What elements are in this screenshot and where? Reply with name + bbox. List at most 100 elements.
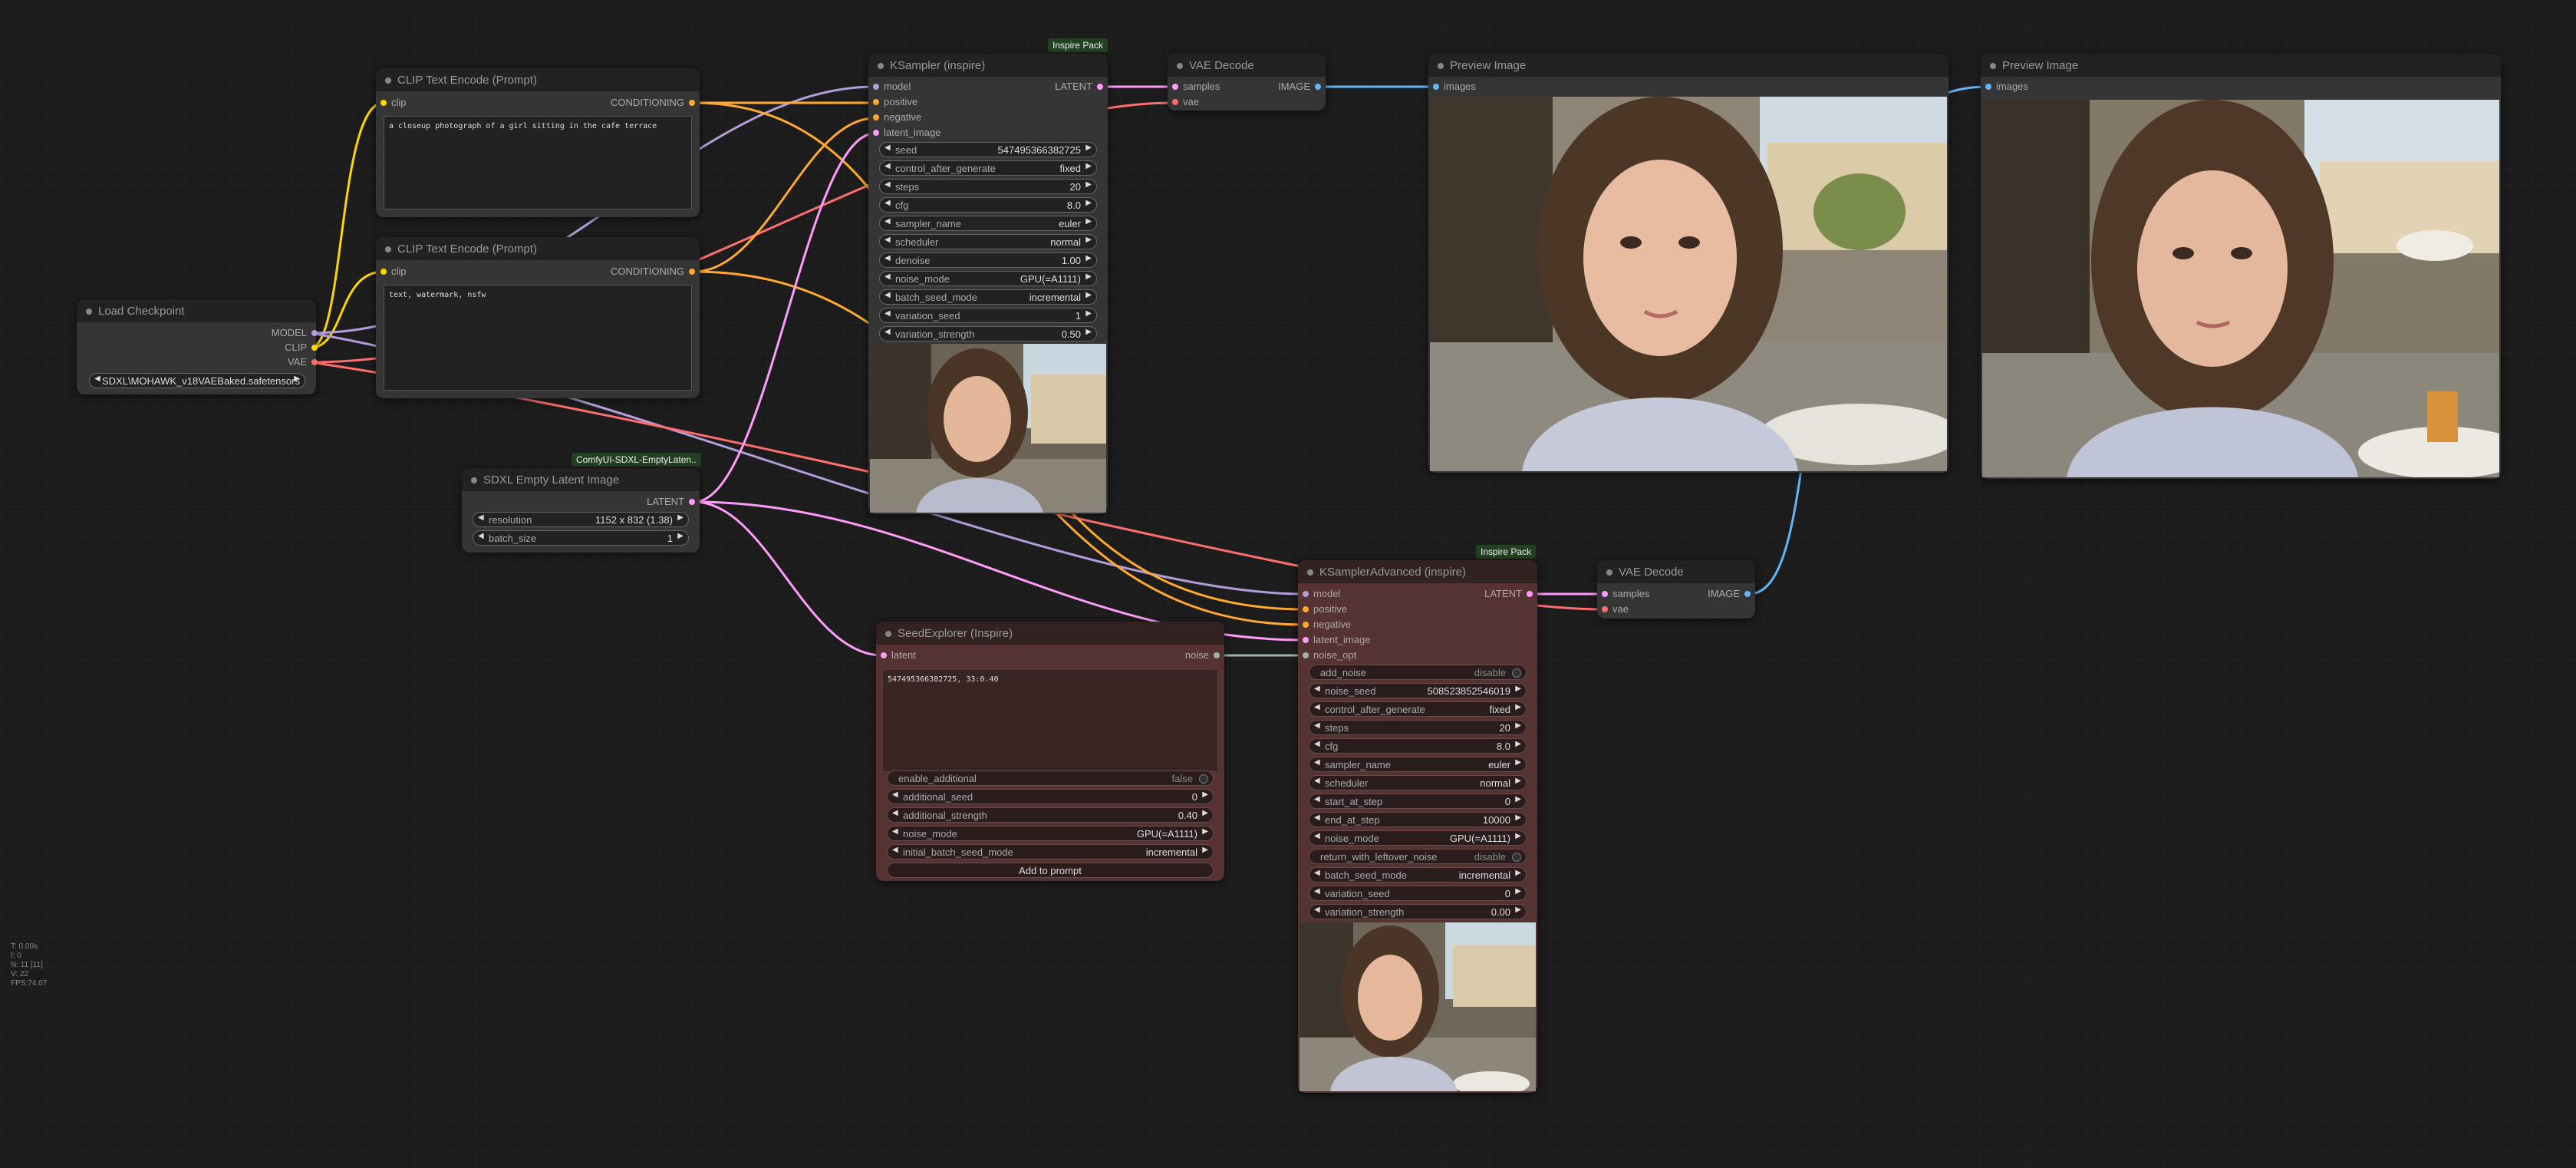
input-samples[interactable]: samples <box>1172 79 1220 94</box>
right-arrow-icon[interactable]: ▶ <box>1515 703 1521 711</box>
input-dot[interactable] <box>1303 637 1309 643</box>
input-negative[interactable]: negative <box>1303 617 1351 632</box>
input-images[interactable]: images <box>1433 79 1476 94</box>
output-latent[interactable]: LATENT <box>1484 586 1533 602</box>
input-model[interactable]: model <box>1303 586 1340 602</box>
node-header[interactable]: SDXL Empty Latent Image <box>462 468 700 491</box>
input-vae[interactable]: vae <box>1172 94 1199 110</box>
widget-control-after-generate[interactable]: ◀ control_after_generate fixed ▶ <box>879 160 1097 176</box>
collapse-dot[interactable] <box>385 78 391 84</box>
left-arrow-icon[interactable]: ◀ <box>884 199 891 207</box>
input-dot[interactable] <box>1602 606 1608 612</box>
output-clip[interactable]: CLIP <box>285 340 318 355</box>
right-arrow-icon[interactable]: ▶ <box>1085 272 1092 281</box>
left-arrow-icon[interactable]: ◀ <box>1314 795 1320 803</box>
output-dot[interactable] <box>1744 591 1751 597</box>
left-arrow-icon[interactable]: ◀ <box>1314 777 1320 785</box>
output-conditioning[interactable]: CONDITIONING <box>611 264 695 279</box>
output-dot[interactable] <box>1315 84 1321 90</box>
output-dot[interactable] <box>689 269 695 275</box>
right-arrow-icon[interactable]: ▶ <box>1202 790 1208 799</box>
collapse-dot[interactable] <box>1177 63 1183 69</box>
output-dot[interactable] <box>311 330 318 336</box>
input-dot[interactable] <box>873 99 879 105</box>
right-arrow-icon[interactable]: ▶ <box>1202 809 1208 817</box>
left-arrow-icon[interactable]: ◀ <box>884 272 891 281</box>
widget-add-noise[interactable]: add_noise disable <box>1309 665 1527 680</box>
collapse-dot[interactable] <box>1438 63 1444 69</box>
collapse-dot[interactable] <box>86 308 92 315</box>
left-arrow-icon[interactable]: ◀ <box>1314 740 1320 748</box>
node-header[interactable]: KSamplerAdvanced (inspire) <box>1298 560 1537 583</box>
left-arrow-icon[interactable]: ◀ <box>478 513 484 522</box>
input-dot[interactable] <box>881 652 887 658</box>
widget-start-at-step[interactable]: ◀ start_at_step 0 ▶ <box>1309 794 1527 809</box>
widget-sampler-name[interactable]: ◀ sampler_name euler ▶ <box>1309 757 1527 772</box>
widget-variation-strength[interactable]: ◀ variation_strength 0.00 ▶ <box>1309 904 1527 919</box>
input-dot[interactable] <box>380 100 387 106</box>
input-dot[interactable] <box>1303 591 1309 597</box>
toggle-icon[interactable] <box>1512 668 1521 678</box>
right-arrow-icon[interactable]: ▶ <box>1515 740 1521 748</box>
prompt-textarea[interactable]: text, watermark, nsfw <box>384 285 692 391</box>
left-arrow-icon[interactable]: ◀ <box>1314 721 1320 730</box>
input-latent[interactable]: latent <box>881 648 916 663</box>
input-positive[interactable]: positive <box>873 94 917 110</box>
left-arrow-icon[interactable]: ◀ <box>892 827 898 836</box>
output-conditioning[interactable]: CONDITIONING <box>611 95 695 111</box>
node-load-checkpoint[interactable]: Load Checkpoint MODEL CLIP VAE ◀ SDXL\MO… <box>77 299 318 394</box>
collapse-dot[interactable] <box>885 631 891 637</box>
left-arrow-icon[interactable]: ◀ <box>884 254 891 262</box>
left-arrow-icon[interactable]: ◀ <box>884 328 891 336</box>
right-arrow-icon[interactable]: ▶ <box>1515 721 1521 730</box>
widget-variation-strength[interactable]: ◀ variation_strength 0.50 ▶ <box>879 326 1097 341</box>
widget-batch-size[interactable]: ◀ batch_size 1 ▶ <box>473 530 689 546</box>
input-dot[interactable] <box>1433 84 1439 90</box>
output-vae[interactable]: VAE <box>288 355 318 370</box>
right-arrow-icon[interactable]: ▶ <box>677 532 684 540</box>
output-dot[interactable] <box>1214 652 1220 658</box>
node-header[interactable]: KSampler (inspire) <box>868 54 1108 77</box>
widget-batch-seed-mode[interactable]: ◀ batch_seed_mode incremental ▶ <box>1309 867 1527 883</box>
input-negative[interactable]: negative <box>873 110 921 125</box>
widget-steps[interactable]: ◀ steps 20 ▶ <box>1309 720 1527 735</box>
widget-denoise[interactable]: ◀ denoise 1.00 ▶ <box>879 252 1097 268</box>
output-dot[interactable] <box>311 345 318 351</box>
left-arrow-icon[interactable]: ◀ <box>1314 906 1320 914</box>
toggle-icon[interactable] <box>1199 774 1208 784</box>
right-arrow-icon[interactable]: ▶ <box>1085 180 1092 189</box>
widget-seed[interactable]: ◀ seed 547495366382725 ▶ <box>879 142 1097 157</box>
right-arrow-icon[interactable]: ▶ <box>1085 199 1092 207</box>
node-header[interactable]: VAE Decode <box>1168 54 1326 77</box>
output-latent[interactable]: LATENT <box>1055 79 1103 94</box>
input-clip[interactable]: clip <box>380 95 407 111</box>
left-arrow-icon[interactable]: ◀ <box>884 180 891 189</box>
right-arrow-icon[interactable]: ▶ <box>1085 254 1092 262</box>
right-arrow-icon[interactable]: ▶ <box>1515 869 1521 877</box>
prompt-textarea[interactable]: a closeup photograph of a girl sitting i… <box>384 116 692 210</box>
widget-noise-mode[interactable]: ◀ noise_mode GPU(=A1111) ▶ <box>887 826 1214 841</box>
left-arrow-icon[interactable]: ◀ <box>1314 832 1320 840</box>
input-samples[interactable]: samples <box>1602 586 1649 602</box>
widget-ckpt-name[interactable]: ◀ SDXL\MOHAWK_v18VAEBaked.safetensors ▶ <box>89 373 305 388</box>
node-preview-image-1[interactable]: Preview Image images <box>1428 54 1948 473</box>
right-arrow-icon[interactable]: ▶ <box>677 513 684 522</box>
right-arrow-icon[interactable]: ▶ <box>1202 846 1208 854</box>
left-arrow-icon[interactable]: ◀ <box>478 532 484 540</box>
widget-end-at-step[interactable]: ◀ end_at_step 10000 ▶ <box>1309 812 1527 827</box>
input-dot[interactable] <box>873 84 879 90</box>
widget-variation-seed[interactable]: ◀ variation_seed 1 ▶ <box>879 308 1097 323</box>
widget-noise-mode[interactable]: ◀ noise_mode GPU(=A1111) ▶ <box>1309 830 1527 846</box>
node-header[interactable]: CLIP Text Encode (Prompt) <box>376 237 700 260</box>
left-arrow-icon[interactable]: ◀ <box>884 291 891 299</box>
left-arrow-icon[interactable]: ◀ <box>892 790 898 799</box>
input-positive[interactable]: positive <box>1303 602 1347 617</box>
input-dot[interactable] <box>873 114 879 120</box>
left-arrow-icon[interactable]: ◀ <box>1314 869 1320 877</box>
left-arrow-icon[interactable]: ◀ <box>884 144 891 152</box>
output-model[interactable]: MODEL <box>272 325 318 341</box>
input-latent-image[interactable]: latent_image <box>1303 632 1370 648</box>
right-arrow-icon[interactable]: ▶ <box>1085 328 1092 336</box>
node-preview-image-2[interactable]: Preview Image images <box>1981 54 2501 479</box>
input-dot[interactable] <box>1303 652 1309 658</box>
